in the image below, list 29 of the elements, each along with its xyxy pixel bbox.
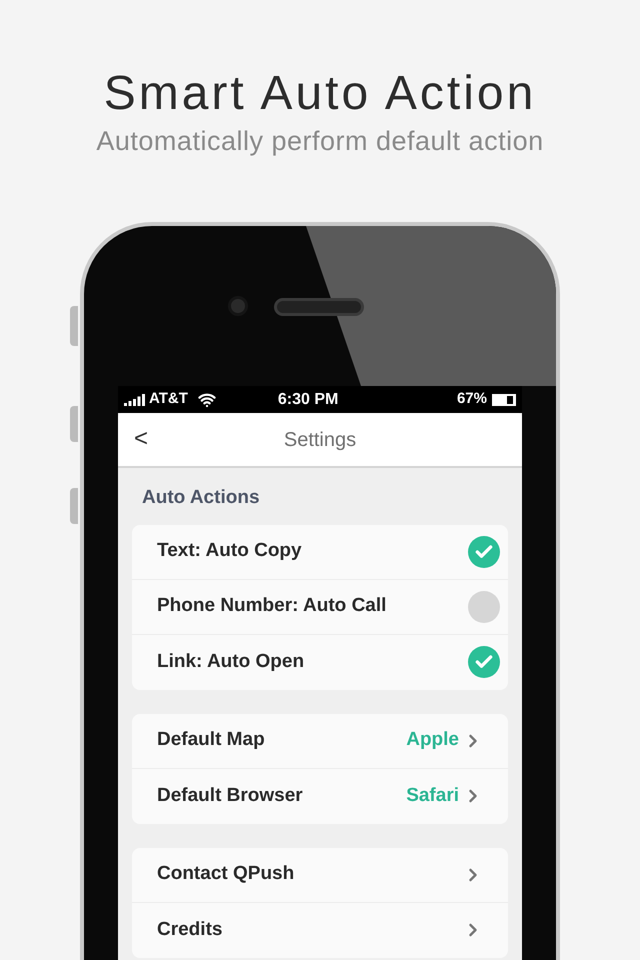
section-header: Auto Actions [142, 486, 261, 510]
wifi-icon [198, 390, 216, 408]
clock-label: 6:30 PM [278, 390, 338, 410]
row-label: Credits [157, 918, 224, 942]
row-label: Link: Auto Open [157, 650, 306, 674]
row-label: Text: Auto Copy [157, 539, 303, 564]
screen-title: Settings [284, 428, 356, 452]
settings-row[interactable]: Credits [132, 902, 508, 958]
row-label: Default Browser [157, 784, 304, 808]
signal-icon [124, 394, 146, 406]
subtitle: Automatically perform default action [96, 125, 544, 158]
row-label: Contact QPush [157, 862, 296, 886]
toggle-row[interactable]: Link: Auto Open [132, 634, 508, 690]
settings-row[interactable]: Default Map Apple [132, 714, 508, 768]
carrier-label: AT&T [149, 389, 188, 410]
speaker-icon [274, 298, 364, 316]
row-label: Phone Number: Auto Call [157, 594, 388, 618]
toggle-row[interactable]: Text: Auto Copy [132, 524, 508, 580]
row-label: Default Map [157, 728, 266, 752]
settings-row[interactable]: Contact QPush [132, 848, 508, 902]
row-value: Apple [406, 728, 459, 752]
back-button[interactable]: < [134, 425, 148, 453]
headline: Smart Auto Action [104, 66, 536, 122]
battery-icon [492, 394, 516, 406]
settings-row[interactable]: Default Browser Safari [132, 768, 508, 824]
row-value: Safari [406, 784, 459, 808]
toggle-row[interactable]: Phone Number: Auto Call [132, 580, 508, 634]
camera-icon [228, 296, 248, 316]
battery-label: 67% [456, 389, 487, 410]
